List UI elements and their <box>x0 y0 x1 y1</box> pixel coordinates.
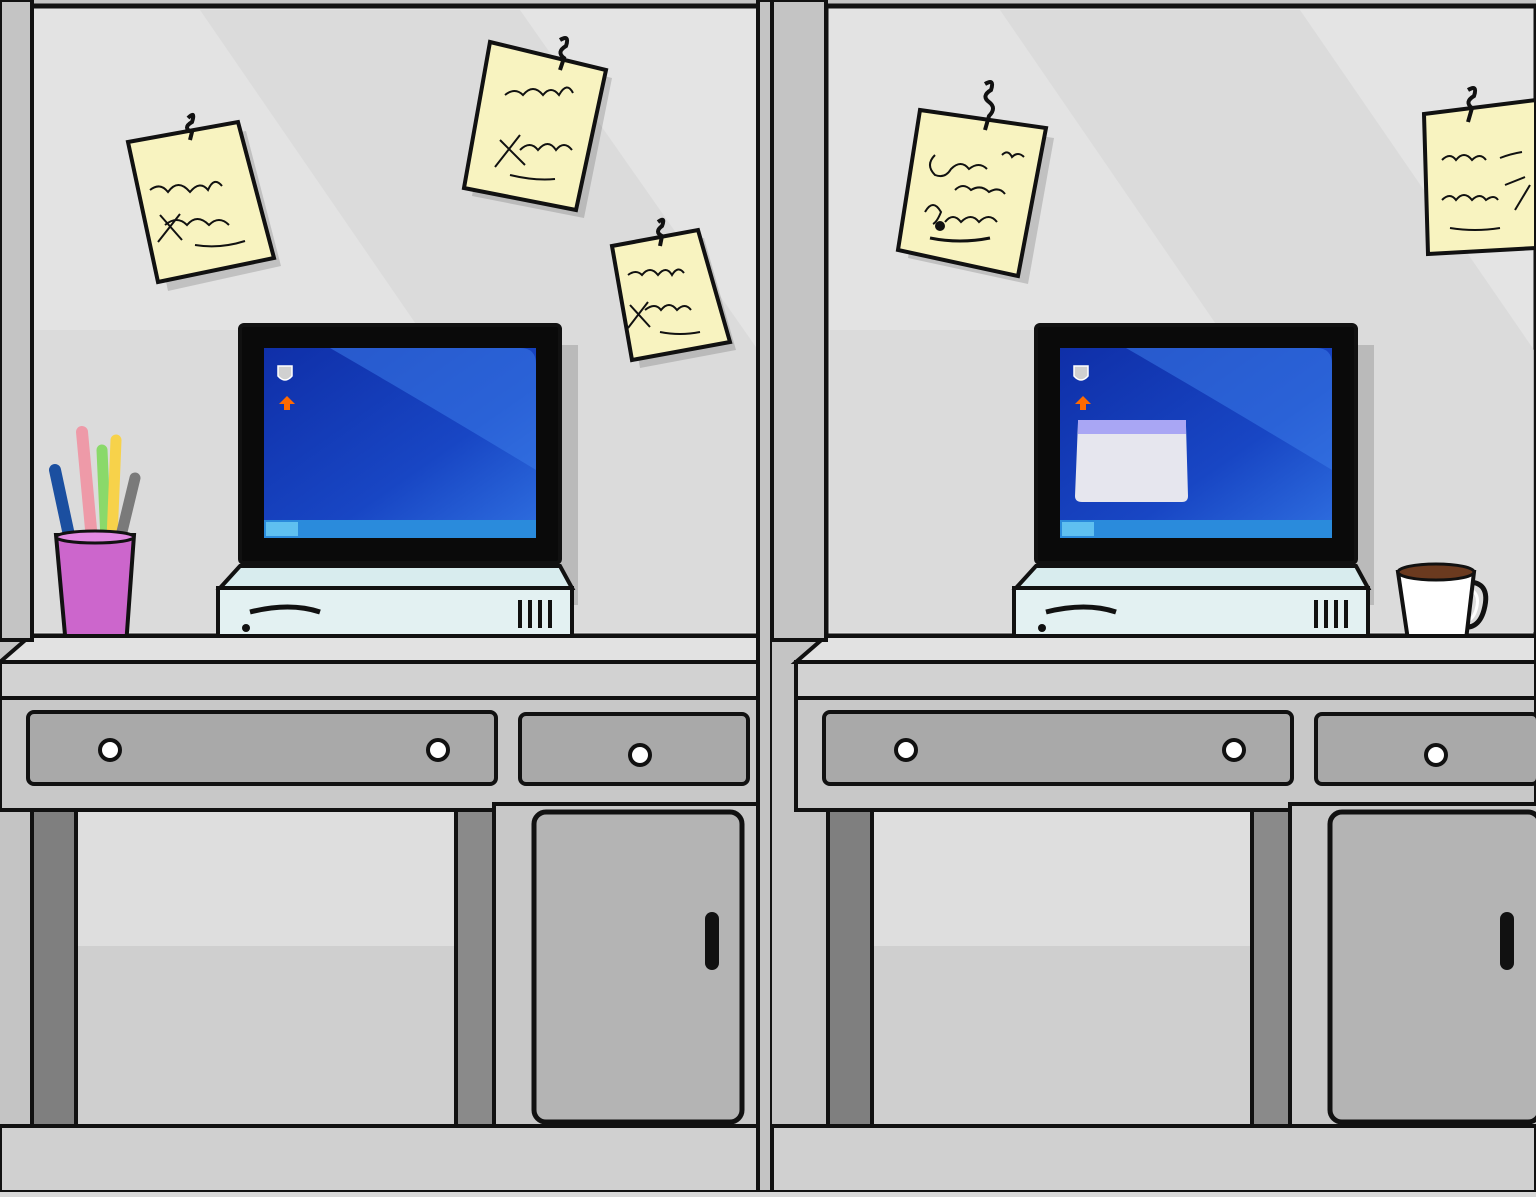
left-computer-case <box>215 564 576 642</box>
left-desk-leg <box>30 808 78 1132</box>
drawer-knob <box>426 738 450 762</box>
right-sticky-note-2 <box>1421 86 1536 257</box>
right-taskbar <box>1060 520 1332 538</box>
cabinet-handle <box>705 912 719 970</box>
left-floor <box>0 1124 770 1194</box>
left-taskbar <box>264 520 536 538</box>
right-floor <box>770 1124 1536 1194</box>
coffee-liquid <box>1396 562 1476 582</box>
right-cubicle <box>770 0 1536 1194</box>
window-title-bar <box>1078 420 1186 434</box>
drawer-knob <box>628 743 652 767</box>
right-monitor <box>1034 323 1374 605</box>
right-computer-case <box>1011 564 1372 642</box>
open-window <box>1075 420 1188 502</box>
cabinet-handle <box>1500 912 1514 970</box>
left-cubicle <box>0 0 774 1194</box>
right-desk-leg <box>826 808 874 1132</box>
scene-artwork <box>0 0 1536 1194</box>
left-desk <box>0 634 764 1132</box>
left-monitor <box>238 323 578 605</box>
drawer-knob <box>1222 738 1246 762</box>
right-desk <box>790 634 1536 1132</box>
cubicle-scene <box>0 0 1536 1194</box>
shield-icon <box>1073 365 1089 381</box>
drawer-knob <box>894 738 918 762</box>
drawer-knob <box>98 738 122 762</box>
shield-icon <box>277 365 293 381</box>
drawer-knob <box>1424 743 1448 767</box>
